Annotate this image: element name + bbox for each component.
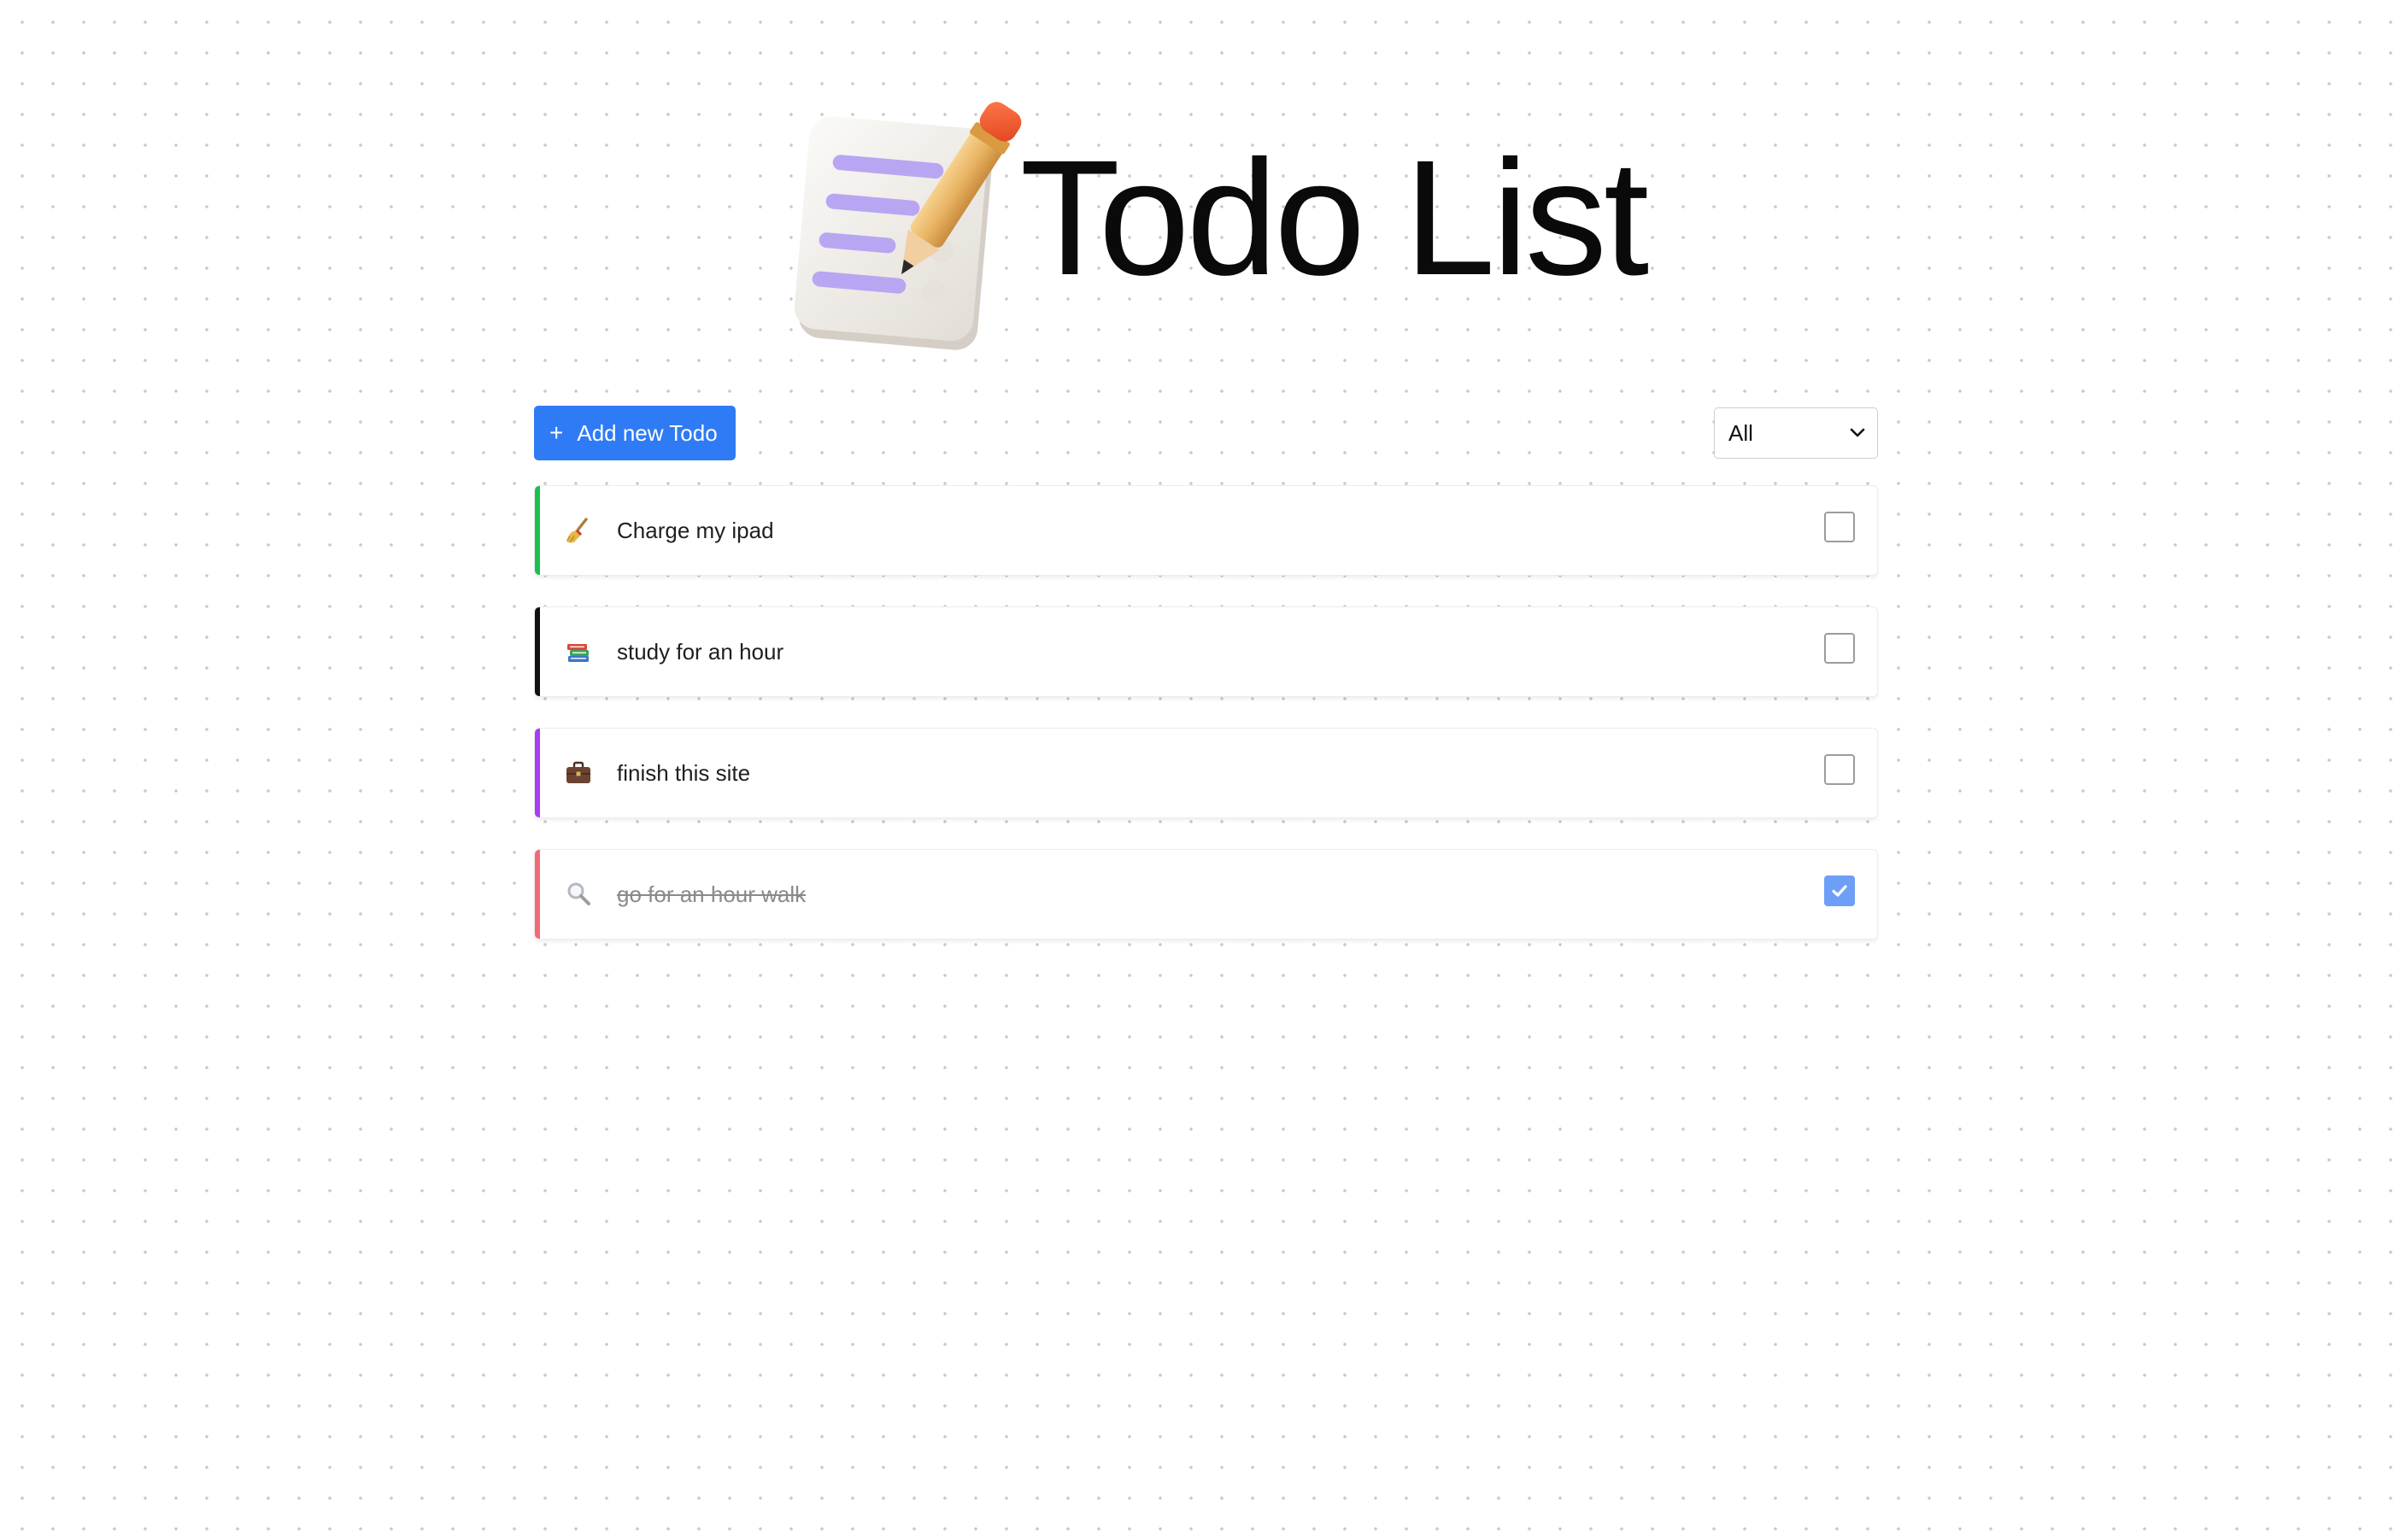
todo-checkbox[interactable] [1824, 633, 1855, 664]
plus-icon: + [549, 419, 564, 446]
broom-icon [566, 518, 588, 543]
todo-accent-bar [535, 486, 540, 575]
todo-checkbox[interactable] [1824, 512, 1855, 542]
add-todo-button-label: Add new Todo [577, 419, 718, 446]
todo-checkbox[interactable] [1824, 875, 1855, 906]
todo-accent-bar [535, 607, 540, 696]
todo-item: Charge my ipad [534, 485, 1878, 576]
todo-accent-bar [535, 850, 540, 939]
toolbar: + Add new Todo All [534, 406, 1878, 460]
checkmark-icon [1832, 885, 1847, 897]
add-todo-button[interactable]: + Add new Todo [534, 406, 736, 460]
todo-item: finish this site [534, 728, 1878, 818]
briefcase-icon [566, 761, 590, 783]
chevron-down-icon [1850, 428, 1865, 437]
todo-text: go for an hour walk [617, 881, 807, 907]
page-header: Todo List [0, 85, 2406, 359]
page-title: Todo List [1019, 126, 1649, 309]
todo-item: go for an hour walk [534, 849, 1878, 940]
books-icon [567, 644, 589, 662]
todo-item: study for an hour [534, 606, 1878, 697]
notepad-pencil-icon [794, 102, 1022, 350]
todo-text: finish this site [617, 759, 751, 786]
filter-selected-value: All [1728, 419, 1753, 446]
todo-checkbox[interactable] [1824, 754, 1855, 785]
filter-select[interactable]: All [1714, 407, 1878, 459]
todo-list: Charge my ipad study for an hour finish … [534, 485, 1878, 970]
todo-accent-bar [535, 729, 540, 817]
todo-text: Charge my ipad [617, 517, 774, 543]
header-content: Todo List [776, 94, 1649, 350]
magnifier-icon [567, 882, 590, 905]
todo-text: study for an hour [617, 638, 784, 665]
